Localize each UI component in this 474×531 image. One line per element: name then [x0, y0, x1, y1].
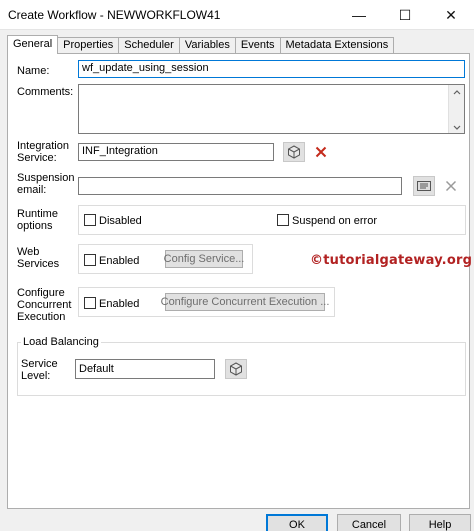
- suspension-email-input[interactable]: [78, 177, 402, 195]
- web-label-1: Web: [17, 246, 40, 258]
- name-label: Name:: [17, 65, 50, 77]
- configure-concurrent-button[interactable]: Configure Concurrent Execution ...: [161, 293, 329, 311]
- browse-integration-button[interactable]: [283, 142, 305, 162]
- close-button[interactable]: ✕: [428, 0, 474, 30]
- maximize-button[interactable]: ☐: [382, 0, 428, 30]
- title-bar: Create Workflow - NEWWORKFLOW41 — ☐ ✕: [0, 0, 474, 30]
- email-icon: [417, 181, 431, 191]
- name-input[interactable]: wf_update_using_session: [78, 60, 465, 78]
- watermark: ©tutorialgateway.org: [310, 253, 473, 268]
- window-title: Create Workflow - NEWWORKFLOW41: [8, 8, 221, 22]
- minimize-button[interactable]: —: [336, 0, 382, 30]
- suspend-on-error-label: Suspend on error: [292, 215, 377, 227]
- scroll-arrows-icon: [453, 90, 461, 130]
- runtime-label-2: options: [17, 220, 53, 232]
- concurrent-enabled-label: Enabled: [99, 298, 140, 310]
- tab-metadata-extensions[interactable]: Metadata Extensions: [279, 37, 395, 54]
- disabled-checkbox[interactable]: [84, 214, 96, 226]
- concurrent-execution-group: Enabled Configure Concurrent Execution .…: [78, 287, 335, 317]
- web-enabled-label: Enabled: [99, 255, 140, 267]
- suspension-label-2: email:: [17, 184, 47, 196]
- clear-email-button[interactable]: [440, 176, 462, 196]
- web-enabled-checkbox[interactable]: [84, 254, 96, 266]
- clear-integration-button[interactable]: [310, 142, 332, 162]
- disabled-label: Disabled: [99, 215, 142, 227]
- concurrent-label-1: Configure: [17, 287, 65, 299]
- integration-service-input[interactable]: INF_Integration: [78, 143, 274, 161]
- integration-label-2: Service:: [17, 152, 57, 164]
- red-x-icon: [315, 146, 327, 158]
- email-editor-button[interactable]: [413, 176, 435, 196]
- config-service-button[interactable]: Config Service...: [164, 250, 244, 268]
- cube-icon: [230, 362, 242, 376]
- concurrent-label-2: Concurrent: [17, 299, 72, 311]
- comments-textarea[interactable]: [78, 84, 465, 134]
- service-level-label-1: Service: [21, 358, 58, 370]
- load-balancing-label: Load Balancing: [21, 336, 101, 348]
- runtime-label-1: Runtime: [17, 208, 58, 220]
- browse-service-level-button[interactable]: [225, 359, 247, 379]
- cancel-button[interactable]: Cancel: [337, 514, 401, 531]
- gray-x-icon: [445, 180, 457, 192]
- cube-icon: [288, 145, 300, 159]
- help-button[interactable]: Help: [409, 514, 471, 531]
- concurrent-label-3: Execution: [17, 311, 66, 323]
- web-label-2: Services: [17, 258, 60, 270]
- concurrent-enabled-checkbox[interactable]: [84, 297, 96, 309]
- web-services-group: Enabled Config Service...: [78, 244, 253, 274]
- comments-scrollbar[interactable]: [448, 85, 464, 133]
- ok-button[interactable]: OK: [266, 514, 328, 531]
- general-panel: Name: wf_update_using_session Comments: …: [7, 53, 470, 509]
- tab-variables[interactable]: Variables: [178, 37, 236, 54]
- comments-label: Comments:: [17, 86, 74, 98]
- integration-label-1: Integration: [17, 140, 69, 152]
- tab-scheduler[interactable]: Scheduler: [118, 37, 180, 54]
- service-level-label-2: Level:: [21, 370, 51, 382]
- suspension-label-1: Suspension: [17, 172, 75, 184]
- tab-events[interactable]: Events: [234, 37, 281, 54]
- tab-properties[interactable]: Properties: [57, 37, 120, 54]
- tab-general[interactable]: General: [7, 35, 59, 54]
- service-level-input[interactable]: Default: [75, 359, 215, 379]
- suspend-on-error-checkbox[interactable]: [277, 214, 289, 226]
- runtime-options-group: Disabled Suspend on error: [78, 205, 466, 235]
- tab-strip: General Properties Scheduler Variables E…: [7, 35, 395, 54]
